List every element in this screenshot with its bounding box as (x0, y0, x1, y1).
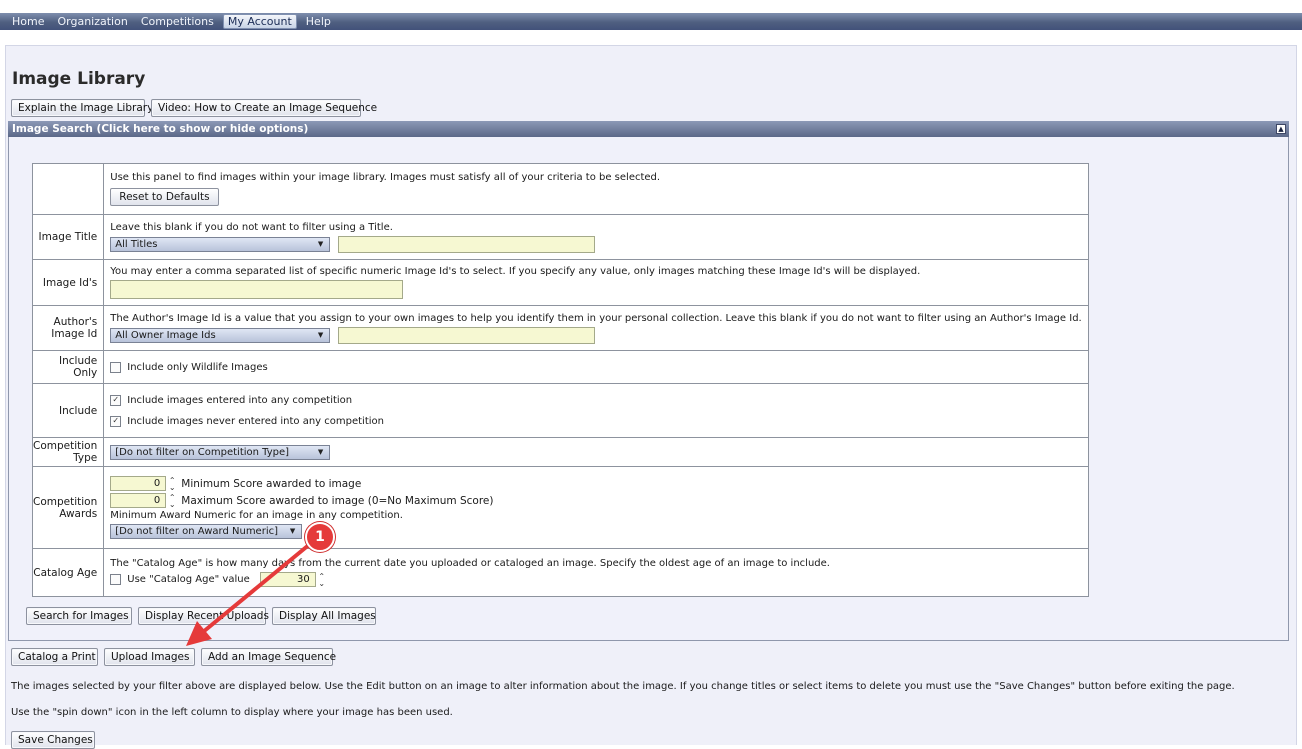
entered-checkbox-row[interactable]: ✓ Include images entered into any compet… (110, 394, 1081, 406)
title-select[interactable]: All Titles ▼ (110, 236, 331, 252)
max-score-spinner-icon[interactable]: ⌃ ⌄ (167, 493, 177, 508)
criteria-row-intro: Use this panel to find images within you… (31, 163, 1089, 215)
wildlife-checkbox[interactable] (110, 361, 122, 373)
spin-down-info-text: Use the "spin down" icon in the left col… (11, 707, 453, 718)
catalog-age-checkbox[interactable] (110, 574, 122, 585)
criteria-row-title: Image Title Leave this blank if you do n… (31, 214, 1089, 260)
author-id-select[interactable]: All Owner Image Ids ▼ (110, 327, 331, 343)
upload-images-button[interactable]: Upload Images (104, 648, 195, 666)
image-ids-label: Image Id's (31, 259, 105, 306)
menu-my-account[interactable]: My Account (222, 14, 297, 29)
intro-note: Use this panel to find images within you… (110, 172, 661, 183)
competition-type-select-value: [Do not filter on Competition Type] (115, 446, 290, 458)
dropdown-arrow-icon: ▼ (289, 527, 296, 535)
criteria-row-catalog-age: Catalog Age The "Catalog Age" is how man… (31, 548, 1089, 597)
criteria-row-awards: Competition Awards 0 ⌃ ⌄ Minimum Score aw… (31, 466, 1089, 549)
award-numeric-select-value: [Do not filter on Award Numeric] (115, 526, 278, 537)
entered-checkbox-label: Include images entered into any competit… (127, 394, 353, 406)
video-sequence-button[interactable]: Video: How to Create an Image Sequence (151, 99, 377, 117)
explain-library-button[interactable]: Explain the Image Library (11, 99, 153, 117)
image-title-note: Leave this blank if you do not want to f… (110, 221, 393, 233)
title-input[interactable] (338, 235, 596, 253)
menu-organization[interactable]: Organization (53, 14, 131, 29)
catalog-age-checkbox-label: Use "Catalog Age" value (127, 574, 250, 585)
menu-home[interactable]: Home (8, 14, 48, 29)
catalog-age-spinner-icon[interactable]: ⌃ ⌄ (317, 572, 327, 587)
criteria-row-author-id: Author's Image Id The Author's Image Id … (31, 305, 1089, 351)
search-criteria-table: Use this panel to find images within you… (31, 163, 1089, 597)
catalog-age-checkbox-row[interactable]: Use "Catalog Age" value (110, 574, 250, 585)
empty-label-cell (31, 163, 105, 215)
filter-info-text: The images selected by your filter above… (11, 681, 1235, 692)
dropdown-arrow-icon: ▼ (317, 239, 324, 248)
save-changes-button[interactable]: Save Changes (11, 731, 95, 749)
dropdown-arrow-icon: ▼ (317, 447, 324, 456)
include-only-label: Include Only (31, 350, 105, 384)
annotation-badge: 1 (305, 522, 335, 552)
never-entered-checkbox-label: Include images never entered into any co… (127, 415, 384, 427)
page-title: Image Library (12, 69, 146, 89)
search-images-button[interactable]: Search for Images (26, 607, 132, 625)
display-recent-uploads-button[interactable]: Display Recent Uploads (138, 607, 269, 625)
catalog-age-input[interactable]: 30 (259, 572, 316, 587)
wildlife-checkbox-row[interactable]: Include only Wildlife Images (110, 361, 1081, 373)
top-menu-bar: Home Organization Competitions My Accoun… (0, 13, 1302, 30)
dropdown-arrow-icon: ▼ (317, 330, 324, 339)
criteria-row-competition-type: Competition Type [Do not filter on Compe… (31, 437, 1089, 467)
catalog-age-note: The "Catalog Age" is how many days from … (110, 558, 830, 569)
image-ids-input[interactable] (110, 280, 404, 299)
author-id-select-value: All Owner Image Ids (115, 329, 216, 341)
menu-help[interactable]: Help (302, 14, 335, 29)
image-ids-note: You may enter a comma separated list of … (110, 266, 921, 277)
title-select-value: All Titles (115, 238, 158, 250)
author-id-input[interactable] (338, 326, 596, 344)
min-score-label: Minimum Score awarded to image (181, 477, 362, 490)
never-entered-checkbox-row[interactable]: ✓ Include images never entered into any … (110, 415, 1081, 427)
menu-competitions[interactable]: Competitions (137, 14, 218, 29)
add-image-sequence-button[interactable]: Add an Image Sequence (201, 648, 336, 666)
competition-type-label: Competition Type (31, 437, 105, 467)
display-all-images-button[interactable]: Display All Images (272, 607, 376, 625)
author-id-label: Author's Image Id (31, 305, 105, 351)
never-entered-checkbox[interactable]: ✓ (110, 415, 122, 427)
min-score-spinner-icon[interactable]: ⌃ ⌄ (167, 476, 177, 491)
criteria-row-include-only: Include Only Include only Wildlife Image… (31, 350, 1089, 384)
max-score-input[interactable]: 0 (110, 493, 167, 508)
image-search-panel-header[interactable]: Image Search (Click here to show or hide… (8, 121, 1289, 137)
collapse-icon[interactable]: ▲ (1276, 124, 1286, 134)
catalog-print-button[interactable]: Catalog a Print (11, 648, 98, 666)
competition-awards-label: Competition Awards (31, 466, 105, 549)
image-title-label: Image Title (31, 214, 105, 260)
panel-header-title: Image Search (Click here to show or hide… (12, 123, 309, 135)
entered-checkbox[interactable]: ✓ (110, 394, 122, 406)
competition-type-select[interactable]: [Do not filter on Competition Type] ▼ (110, 444, 331, 460)
wildlife-checkbox-label: Include only Wildlife Images (127, 361, 268, 373)
criteria-row-ids: Image Id's You may enter a comma separat… (31, 259, 1089, 306)
award-numeric-note: Minimum Award Numeric for an image in an… (110, 510, 403, 521)
author-id-note: The Author's Image Id is a value that yo… (110, 312, 1082, 324)
criteria-row-include: Include ✓ Include images entered into an… (31, 383, 1089, 438)
max-score-label: Maximum Score awarded to image (0=No Max… (181, 494, 494, 507)
catalog-age-label: Catalog Age (31, 548, 105, 597)
award-numeric-select[interactable]: [Do not filter on Award Numeric] ▼ (110, 524, 303, 539)
include-label: Include (31, 383, 105, 438)
min-score-input[interactable]: 0 (110, 476, 167, 491)
reset-defaults-button[interactable]: Reset to Defaults (110, 188, 219, 206)
